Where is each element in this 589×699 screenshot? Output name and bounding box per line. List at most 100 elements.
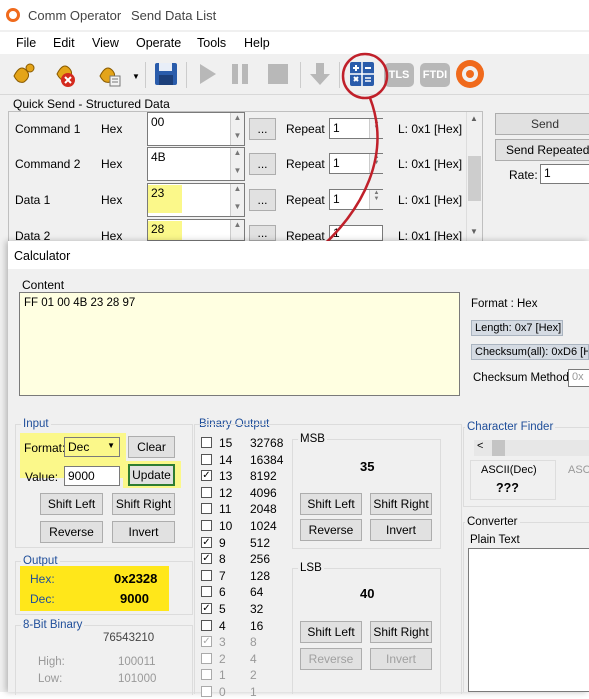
bit-checkbox[interactable]: ✓ [201,553,212,565]
window-subtitle: Send Data List [131,8,217,23]
bit-checkbox[interactable] [201,619,212,631]
bit-checkbox[interactable] [201,520,212,531]
bit-index: 6 [219,585,226,600]
output-hex-label: Hex: [30,572,55,586]
bit-value: 1 [250,685,257,699]
bit-index: 11 [219,502,232,517]
plain-text-input[interactable] [468,548,589,692]
clear-button[interactable]: Clear [128,436,175,458]
checksum-method-label: Checksum Method: [473,372,573,384]
content-textarea[interactable]: FF 01 00 4B 23 28 97 [19,292,460,396]
bit-checkbox[interactable]: ✓ [201,536,212,548]
disconnect-icon[interactable] [53,60,81,88]
format-select[interactable]: Dec ▼ [64,437,120,457]
bit-checkbox[interactable] [201,503,212,515]
menu-edit[interactable]: Edit [53,36,75,50]
bit-checkbox[interactable] [201,569,212,581]
reverse-button[interactable]: Reverse [40,521,103,543]
row-value-text: 23 [148,185,182,213]
ftdi-icon[interactable]: FTDI [420,63,450,87]
shift-right-button[interactable]: Shift Right [112,493,175,515]
quick-send-scrollbar[interactable]: ▲ ▼ [466,112,482,241]
row-value-spinner[interactable]: ▲ ▼ [230,184,244,216]
character-finder-title: Character Finder [465,421,556,433]
connect-icon[interactable] [10,60,38,88]
bit-value: 8192 [250,469,277,484]
chevron-left-icon[interactable]: < [477,440,483,452]
bit-checkbox[interactable] [201,586,212,598]
bit-index: 1 [219,668,226,683]
msb-shift-left-button[interactable]: Shift Left [300,493,362,515]
row-ellipsis-button[interactable]: ... [249,189,276,211]
update-button[interactable]: Update [128,464,175,486]
bit-index: 5 [219,602,226,616]
bit-value: 32768 [250,436,284,450]
lsb-shift-right-button[interactable]: Shift Right [370,621,432,643]
value-input[interactable]: 9000 [64,466,120,486]
lsb-reverse-button[interactable]: Reverse [300,648,362,670]
calculator-title-bar: Calculator [8,241,589,269]
bit-checkbox[interactable]: ✓ [201,603,212,614]
menu-view[interactable]: View [92,36,119,50]
menu-help[interactable]: Help [244,36,270,50]
slider-thumb[interactable] [492,440,505,456]
bit-value: 8 [250,635,257,650]
bit-checkbox[interactable] [201,486,212,498]
play-icon[interactable] [193,60,221,88]
send-repeatedly-button[interactable]: Send Repeatedly [495,139,589,161]
converter-title: Converter [465,516,520,528]
scroll-up-icon[interactable]: ▲ [470,114,478,123]
rate-input[interactable]: 1 [540,164,589,184]
row-ellipsis-button[interactable]: ... [249,225,276,241]
bit-checkbox[interactable] [201,669,212,681]
bit-index: 13 [219,469,233,484]
lsb-invert-button[interactable]: Invert [370,648,432,670]
bit-checkbox[interactable]: ✓ [201,636,212,648]
lsb-shift-left-button[interactable]: Shift Left [300,621,362,643]
msb-value: 35 [360,459,375,474]
stop-icon[interactable] [264,60,292,88]
msb-invert-button[interactable]: Invert [370,519,432,541]
bit-index: 3 [219,635,226,650]
dropdown-arrow-icon[interactable]: ▼ [132,72,140,81]
bit-checkbox[interactable]: ✓ [201,470,212,482]
row-name: Command 2 [15,157,81,171]
bit-value: 256 [250,552,271,567]
scroll-down-icon[interactable]: ▼ [470,227,478,236]
quick-send-title: Quick Send - Structured Data [13,97,170,111]
msb-reverse-button[interactable]: Reverse [300,519,362,541]
format-info: Format : Hex [471,298,538,310]
row-value-spinner[interactable]: ▲ ▼ [230,148,244,180]
bit-checkbox[interactable] [201,453,212,465]
pause-icon[interactable] [226,60,254,88]
character-slider[interactable]: < [474,440,589,456]
settings-connect-icon[interactable] [96,60,124,88]
bit-index-header: 76543210 [103,632,155,644]
row-ellipsis-button[interactable]: ... [249,153,276,175]
calculator-title: Calculator [14,249,71,263]
menu-file[interactable]: File [16,36,36,50]
msb-shift-right-button[interactable]: Shift Right [370,493,432,515]
save-icon[interactable] [152,60,180,88]
comm-operator-logo-icon[interactable] [456,60,484,88]
shift-left-button[interactable]: Shift Left [40,493,103,515]
invert-button[interactable]: Invert [112,521,175,543]
row-name: Data 1 [15,193,51,207]
row-ellipsis-button[interactable]: ... [249,118,276,140]
bit-checkbox[interactable] [201,652,212,664]
bit-index: 12 [219,485,233,500]
checksum-method-select[interactable]: 0x [568,369,589,387]
row-value-spinner[interactable]: ▲ ▼ [230,113,244,145]
bit-value: 4096 [250,485,277,500]
bit-value: 4 [250,651,257,666]
menu-operate[interactable]: Operate [136,36,181,50]
menu-tools[interactable]: Tools [197,36,226,50]
row-value-spinner[interactable]: ▲ [230,220,244,240]
bit-value: 32 [250,602,264,616]
send-button[interactable]: Send [495,113,589,135]
annotation-arrow [298,52,389,266]
bit-index: 7 [219,568,226,583]
bit-checkbox[interactable] [201,437,212,448]
calculator-window: Calculator Content FF 01 00 4B 23 28 97 … [8,241,589,699]
bit-value: 64 [250,585,264,600]
